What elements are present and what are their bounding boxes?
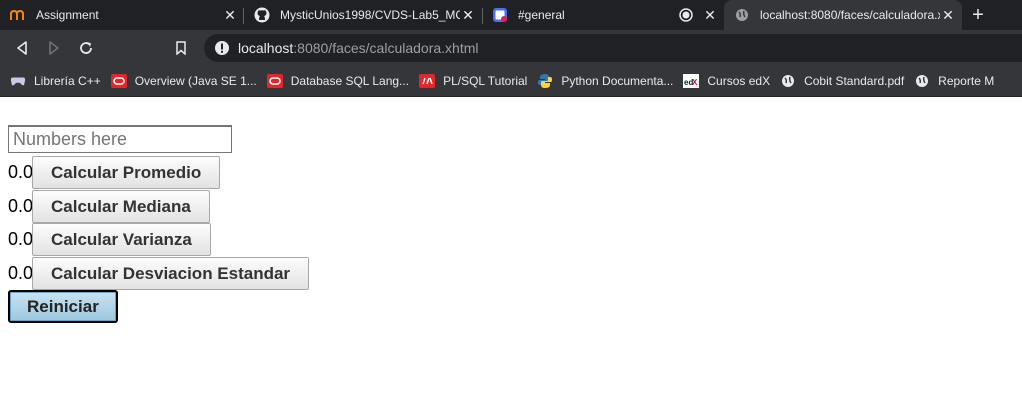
media-playing-icon[interactable] [678, 7, 694, 23]
bookmark-java-overview[interactable]: Overview (Java SE 1... [110, 73, 257, 89]
varianza-value: 0.0 [8, 229, 34, 249]
desviacion-value: 0.0 [8, 263, 34, 283]
page-content: 0.0 Calcular Promedio 0.0 Calcular Media… [0, 97, 1022, 401]
bookmark-label: Librería C++ [34, 74, 101, 88]
slack-icon [492, 7, 508, 23]
globe-icon [780, 73, 796, 89]
close-icon[interactable]: ✕ [460, 7, 476, 23]
oracle-icon [266, 73, 283, 89]
bookmark-icon[interactable] [171, 38, 191, 58]
tab-general[interactable]: #general ✕ [482, 0, 724, 30]
bookmark-label: Reporte M [938, 74, 995, 88]
djk-icon [419, 73, 436, 89]
tab-assignment[interactable]: Assignment ✕ [0, 0, 244, 30]
svg-text:X: X [692, 78, 698, 87]
address-bar[interactable]: localhost:8080/faces/calculadora.xhtml [204, 34, 1022, 62]
numbers-input[interactable] [8, 125, 232, 153]
gamepad-icon [10, 73, 26, 89]
calcular-promedio-button[interactable]: Calcular Promedio [32, 156, 221, 189]
url-text: localhost:8080/faces/calculadora.xhtml [238, 40, 478, 56]
tab-strip: Assignment ✕ MysticUnios1998/CVDS-Lab5_M… [0, 0, 1022, 30]
tab-github[interactable]: MysticUnios1998/CVDS-Lab5_MC\ ✕ [244, 0, 482, 30]
bookmark-cursos-edx[interactable]: ed X Cursos edX [683, 73, 770, 89]
forward-icon[interactable] [44, 38, 64, 58]
globe-icon [734, 7, 750, 23]
python-icon [537, 73, 553, 89]
bookmark-cobit-standard[interactable]: Cobit Standard.pdf [780, 73, 904, 89]
promedio-row: 0.0 Calcular Promedio [8, 156, 221, 189]
tab-title: MysticUnios1998/CVDS-Lab5_MC\ [280, 8, 460, 22]
moodle-icon [10, 7, 26, 23]
back-icon[interactable] [12, 38, 32, 58]
info-icon[interactable] [214, 40, 230, 56]
url-host: localhost [238, 40, 294, 56]
reload-icon[interactable] [76, 38, 96, 58]
bookmark-label: Python Documenta... [561, 74, 674, 88]
bookmark-plsql-tutorial[interactable]: PL/SQL Tutorial [419, 73, 527, 89]
reiniciar-button[interactable]: Reiniciar [8, 290, 118, 323]
bookmark-label: Cursos edX [707, 74, 771, 88]
calcular-desviacion-button[interactable]: Calcular Desviacion Estandar [32, 257, 310, 290]
varianza-row: 0.0 Calcular Varianza [8, 223, 211, 256]
tab-calculadora[interactable]: localhost:8080/faces/calculadora.xh ✕ [724, 0, 962, 30]
url-path: :8080/faces/calculadora.xhtml [293, 40, 479, 56]
oracle-icon [110, 73, 127, 89]
bookmark-python-docs[interactable]: Python Documenta... [537, 73, 673, 89]
close-icon[interactable]: ✕ [940, 7, 956, 23]
bookmarks-bar: Librería C++ Overview (Java SE 1... Data… [0, 66, 1022, 96]
browser-toolbar: localhost:8080/faces/calculadora.xhtml [0, 30, 1022, 66]
globe-icon [914, 73, 930, 89]
calcular-mediana-button[interactable]: Calcular Mediana [32, 190, 210, 223]
bookmark-database-sql[interactable]: Database SQL Lang... [266, 73, 410, 89]
edx-icon: ed X [683, 73, 700, 89]
bookmark-label: Overview (Java SE 1... [134, 74, 257, 88]
tab-title: localhost:8080/faces/calculadora.xh [760, 8, 940, 22]
bookmark-libreria-cpp[interactable]: Librería C++ [10, 73, 101, 89]
tab-title: #general [518, 8, 565, 22]
promedio-value: 0.0 [8, 162, 34, 182]
close-icon[interactable]: ✕ [702, 7, 718, 23]
bookmark-reporte[interactable]: Reporte M [914, 73, 994, 89]
mediana-row: 0.0 Calcular Mediana [8, 190, 210, 223]
desviacion-row: 0.0 Calcular Desviacion Estandar [8, 257, 310, 290]
close-icon[interactable]: ✕ [222, 7, 238, 23]
bookmark-label: PL/SQL Tutorial [443, 74, 528, 88]
mediana-value: 0.0 [8, 196, 34, 216]
tab-title: Assignment [36, 8, 99, 22]
new-tab-icon[interactable]: + [968, 5, 988, 25]
github-icon [254, 7, 270, 23]
bookmark-label: Cobit Standard.pdf [804, 74, 905, 88]
calcular-varianza-button[interactable]: Calcular Varianza [32, 223, 211, 256]
bookmark-label: Database SQL Lang... [290, 74, 410, 88]
